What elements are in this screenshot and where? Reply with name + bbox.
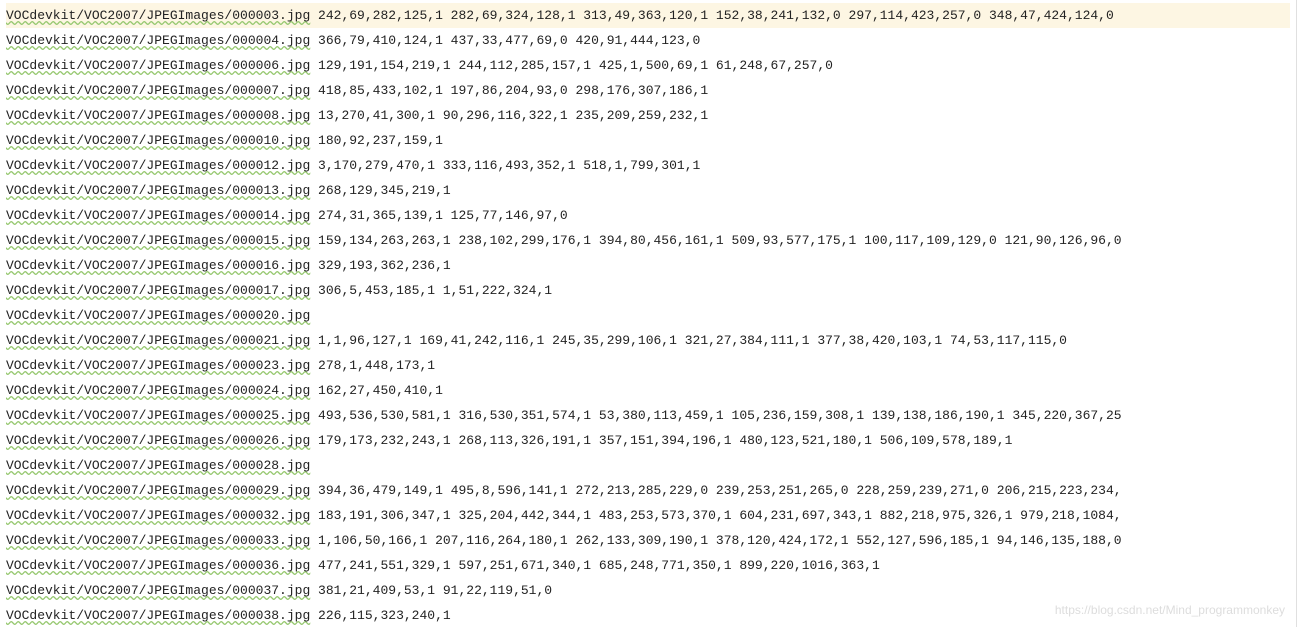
file-path: VOCdevkit/VOC2007/JPEGImages/000020.jpg (6, 308, 310, 323)
text-line[interactable]: VOCdevkit/VOC2007/JPEGImages/000010.jpg … (6, 128, 1290, 153)
text-editor-viewport: VOCdevkit/VOC2007/JPEGImages/000003.jpg … (0, 0, 1297, 627)
text-line[interactable]: VOCdevkit/VOC2007/JPEGImages/000021.jpg … (6, 328, 1290, 353)
file-path: VOCdevkit/VOC2007/JPEGImages/000026.jpg (6, 433, 310, 448)
text-line[interactable]: VOCdevkit/VOC2007/JPEGImages/000012.jpg … (6, 153, 1290, 178)
text-line[interactable]: VOCdevkit/VOC2007/JPEGImages/000015.jpg … (6, 228, 1290, 253)
text-line[interactable]: VOCdevkit/VOC2007/JPEGImages/000017.jpg … (6, 278, 1290, 303)
file-path: VOCdevkit/VOC2007/JPEGImages/000038.jpg (6, 608, 310, 623)
text-line[interactable]: VOCdevkit/VOC2007/JPEGImages/000025.jpg … (6, 403, 1290, 428)
file-path: VOCdevkit/VOC2007/JPEGImages/000015.jpg (6, 233, 310, 248)
file-path: VOCdevkit/VOC2007/JPEGImages/000016.jpg (6, 258, 310, 273)
file-path: VOCdevkit/VOC2007/JPEGImages/000008.jpg (6, 108, 310, 123)
file-path: VOCdevkit/VOC2007/JPEGImages/000036.jpg (6, 558, 310, 573)
text-line[interactable]: VOCdevkit/VOC2007/JPEGImages/000007.jpg … (6, 78, 1290, 103)
file-path: VOCdevkit/VOC2007/JPEGImages/000029.jpg (6, 483, 310, 498)
annotation-values: 183,191,306,347,1 325,204,442,344,1 483,… (310, 508, 1121, 523)
text-line[interactable]: VOCdevkit/VOC2007/JPEGImages/000014.jpg … (6, 203, 1290, 228)
annotation-values: 162,27,450,410,1 (310, 383, 443, 398)
file-path: VOCdevkit/VOC2007/JPEGImages/000024.jpg (6, 383, 310, 398)
file-path: VOCdevkit/VOC2007/JPEGImages/000023.jpg (6, 358, 310, 373)
annotation-values: 329,193,362,236,1 (310, 258, 450, 273)
annotation-values: 366,79,410,124,1 437,33,477,69,0 420,91,… (310, 33, 700, 48)
text-line[interactable]: VOCdevkit/VOC2007/JPEGImages/000004.jpg … (6, 28, 1290, 53)
annotation-values: 274,31,365,139,1 125,77,146,97,0 (310, 208, 567, 223)
text-line[interactable]: VOCdevkit/VOC2007/JPEGImages/000032.jpg … (6, 503, 1290, 528)
text-line[interactable]: VOCdevkit/VOC2007/JPEGImages/000029.jpg … (6, 478, 1290, 503)
annotation-values: 418,85,433,102,1 197,86,204,93,0 298,176… (310, 83, 708, 98)
text-line[interactable]: VOCdevkit/VOC2007/JPEGImages/000008.jpg … (6, 103, 1290, 128)
text-line[interactable]: VOCdevkit/VOC2007/JPEGImages/000038.jpg … (6, 603, 1290, 628)
file-path: VOCdevkit/VOC2007/JPEGImages/000004.jpg (6, 33, 310, 48)
file-path: VOCdevkit/VOC2007/JPEGImages/000012.jpg (6, 158, 310, 173)
annotation-values: 3,170,279,470,1 333,116,493,352,1 518,1,… (310, 158, 700, 173)
file-path: VOCdevkit/VOC2007/JPEGImages/000010.jpg (6, 133, 310, 148)
annotation-values: 477,241,551,329,1 597,251,671,340,1 685,… (310, 558, 880, 573)
annotation-values: 1,106,50,166,1 207,116,264,180,1 262,133… (310, 533, 1121, 548)
annotation-values: 493,536,530,581,1 316,530,351,574,1 53,3… (310, 408, 1121, 423)
file-path: VOCdevkit/VOC2007/JPEGImages/000013.jpg (6, 183, 310, 198)
annotation-values: 13,270,41,300,1 90,296,116,322,1 235,209… (310, 108, 708, 123)
file-path: VOCdevkit/VOC2007/JPEGImages/000014.jpg (6, 208, 310, 223)
annotation-values: 1,1,96,127,1 169,41,242,116,1 245,35,299… (310, 333, 1067, 348)
annotation-values: 180,92,237,159,1 (310, 133, 443, 148)
annotation-values: 394,36,479,149,1 495,8,596,141,1 272,213… (310, 483, 1121, 498)
annotation-values: 268,129,345,219,1 (310, 183, 450, 198)
annotation-values: 226,115,323,240,1 (310, 608, 450, 623)
text-line[interactable]: VOCdevkit/VOC2007/JPEGImages/000037.jpg … (6, 578, 1290, 603)
file-path: VOCdevkit/VOC2007/JPEGImages/000037.jpg (6, 583, 310, 598)
annotation-values: 159,134,263,263,1 238,102,299,176,1 394,… (310, 233, 1121, 248)
text-line[interactable]: VOCdevkit/VOC2007/JPEGImages/000013.jpg … (6, 178, 1290, 203)
file-path: VOCdevkit/VOC2007/JPEGImages/000032.jpg (6, 508, 310, 523)
file-path: VOCdevkit/VOC2007/JPEGImages/000006.jpg (6, 58, 310, 73)
text-line[interactable]: VOCdevkit/VOC2007/JPEGImages/000024.jpg … (6, 378, 1290, 403)
annotation-values: 129,191,154,219,1 244,112,285,157,1 425,… (310, 58, 833, 73)
text-line[interactable]: VOCdevkit/VOC2007/JPEGImages/000016.jpg … (6, 253, 1290, 278)
file-path: VOCdevkit/VOC2007/JPEGImages/000033.jpg (6, 533, 310, 548)
file-path: VOCdevkit/VOC2007/JPEGImages/000017.jpg (6, 283, 310, 298)
text-line[interactable]: VOCdevkit/VOC2007/JPEGImages/000003.jpg … (6, 3, 1290, 28)
file-path: VOCdevkit/VOC2007/JPEGImages/000007.jpg (6, 83, 310, 98)
text-line[interactable]: VOCdevkit/VOC2007/JPEGImages/000028.jpg (6, 453, 1290, 478)
file-path: VOCdevkit/VOC2007/JPEGImages/000003.jpg (6, 8, 310, 23)
text-line[interactable]: VOCdevkit/VOC2007/JPEGImages/000023.jpg … (6, 353, 1290, 378)
text-line[interactable]: VOCdevkit/VOC2007/JPEGImages/000033.jpg … (6, 528, 1290, 553)
annotation-values: 381,21,409,53,1 91,22,119,51,0 (310, 583, 552, 598)
annotation-values: 242,69,282,125,1 282,69,324,128,1 313,49… (310, 8, 1114, 23)
file-path: VOCdevkit/VOC2007/JPEGImages/000021.jpg (6, 333, 310, 348)
annotation-values: 179,173,232,243,1 268,113,326,191,1 357,… (310, 433, 1012, 448)
text-line[interactable]: VOCdevkit/VOC2007/JPEGImages/000020.jpg (6, 303, 1290, 328)
file-path: VOCdevkit/VOC2007/JPEGImages/000028.jpg (6, 458, 310, 473)
text-line[interactable]: VOCdevkit/VOC2007/JPEGImages/000026.jpg … (6, 428, 1290, 453)
text-line[interactable]: VOCdevkit/VOC2007/JPEGImages/000036.jpg … (6, 553, 1290, 578)
annotation-values: 306,5,453,185,1 1,51,222,324,1 (310, 283, 552, 298)
annotation-values: 278,1,448,173,1 (310, 358, 435, 373)
text-line[interactable]: VOCdevkit/VOC2007/JPEGImages/000006.jpg … (6, 53, 1290, 78)
file-path: VOCdevkit/VOC2007/JPEGImages/000025.jpg (6, 408, 310, 423)
